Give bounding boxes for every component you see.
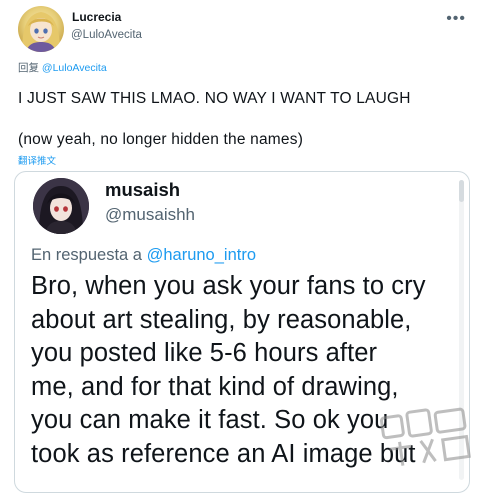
display-name[interactable]: Lucrecia [72, 10, 121, 24]
user-handle[interactable]: @LuloAvecita [71, 29, 142, 41]
watermark-graphic [379, 407, 471, 466]
quoted-user-handle[interactable]: @musaishh [105, 205, 195, 225]
scrollbar-thumb[interactable] [459, 180, 464, 202]
quoted-reply-context: En respuesta a @haruno_intro [31, 246, 256, 265]
quoted-display-name[interactable]: musaish [105, 179, 180, 201]
avatar[interactable] [18, 6, 64, 52]
quoted-text-line: me, and for that kind of drawing, [31, 372, 399, 401]
translate-tweet-link[interactable]: 翻译推文 [18, 153, 56, 167]
reply-context: 回复 @LuloAvecita [18, 60, 107, 75]
quoted-text-line: about art stealing, by reasonable, [31, 305, 412, 334]
avatar-image [22, 12, 60, 52]
quoted-reply-to-link[interactable]: @haruno_intro [147, 246, 256, 264]
quoted-avatar-image [33, 178, 89, 234]
tweet-text-line: I JUST SAW THIS LMAO. NO WAY I WANT TO L… [18, 90, 411, 107]
reply-to-link[interactable]: @LuloAvecita [42, 62, 107, 74]
tweet-text-line: (now yeah, no longer hidden the names) [18, 131, 304, 148]
quoted-text-line: Bro, when you ask your fans to cry [31, 272, 426, 300]
more-horizontal-icon[interactable]: ••• [446, 10, 466, 28]
quoted-avatar[interactable] [33, 178, 89, 234]
watermark-logo [376, 398, 478, 474]
quoted-reply-prefix: En respuesta a [31, 246, 142, 264]
reply-prefix: 回复 [18, 62, 39, 74]
quoted-text-line: you posted like 5-6 hours after [31, 339, 378, 367]
